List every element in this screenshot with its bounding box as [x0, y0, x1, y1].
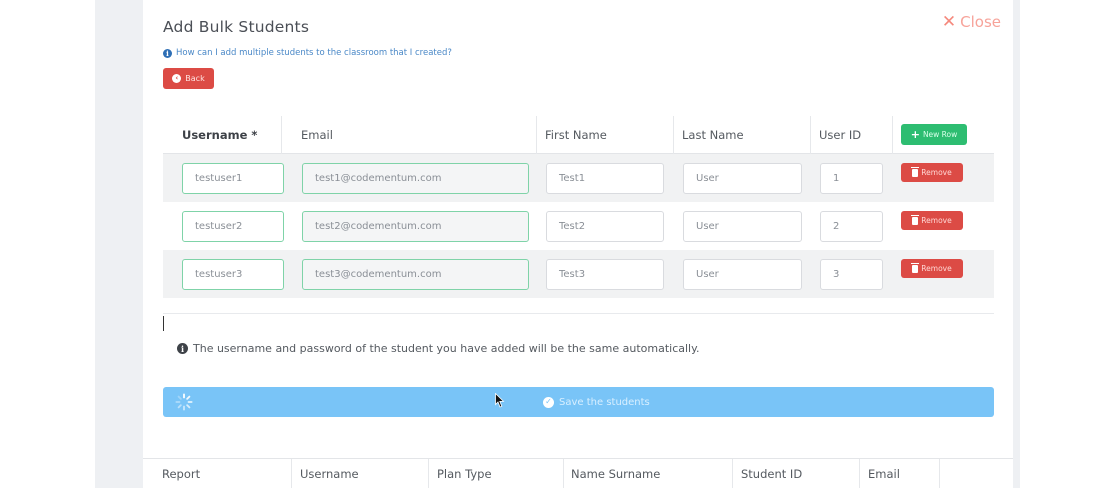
- trash-icon: [911, 262, 920, 273]
- new-row-label: New Row: [922, 130, 958, 139]
- column-separator: [563, 459, 564, 488]
- close-icon: ✕: [941, 12, 957, 32]
- text-cursor: [163, 316, 164, 331]
- new-row-button[interactable]: + New Row: [901, 124, 967, 145]
- user-id-input[interactable]: 3: [820, 259, 883, 290]
- close-button[interactable]: ✕ Close: [942, 12, 1001, 32]
- email-input[interactable]: test2@codementum.com: [302, 211, 529, 242]
- info-note-text: The username and password of the student…: [193, 342, 700, 355]
- save-students-button[interactable]: ✓ Save the students: [163, 387, 994, 417]
- username-input[interactable]: testuser1: [182, 163, 284, 194]
- plus-icon: +: [910, 128, 920, 141]
- header-separator: [810, 116, 811, 154]
- user-id-input[interactable]: 2: [820, 211, 883, 242]
- save-label-group: ✓ Save the students: [543, 387, 650, 417]
- header-separator: [281, 116, 282, 154]
- first-name-input[interactable]: Test1: [546, 163, 664, 194]
- close-label: Close: [960, 13, 1001, 31]
- username-input[interactable]: testuser2: [182, 211, 284, 242]
- trash-icon: [911, 214, 920, 225]
- column-separator: [291, 459, 292, 488]
- column-separator: [859, 459, 860, 488]
- last-name-input[interactable]: User: [683, 211, 802, 242]
- remove-label: Remove: [921, 216, 952, 225]
- last-name-input[interactable]: User: [683, 163, 802, 194]
- column-plan-type: Plan Type: [437, 467, 492, 481]
- column-separator: [939, 459, 940, 488]
- modal-title: Add Bulk Students: [163, 18, 310, 36]
- first-name-input[interactable]: Test3: [546, 259, 664, 290]
- column-name-surname: Name Surname: [571, 467, 661, 481]
- arrow-left-circle-icon: ‹: [172, 74, 182, 83]
- header-username: Username *: [182, 128, 258, 142]
- table-header: Username * Email First Name Last Name Us…: [163, 116, 994, 154]
- username-input[interactable]: testuser3: [182, 259, 284, 290]
- table-row: testuser1 test1@codementum.com Test1 Use…: [163, 154, 994, 202]
- email-input[interactable]: test3@codementum.com: [302, 259, 529, 290]
- header-separator: [892, 116, 893, 154]
- column-student-id: Student ID: [741, 467, 803, 481]
- remove-label: Remove: [921, 264, 952, 273]
- column-report: Report: [162, 467, 201, 481]
- table-row: testuser2 test2@codementum.com Test2 Use…: [163, 202, 994, 250]
- back-button[interactable]: ‹ Back: [163, 68, 214, 89]
- remove-label: Remove: [921, 168, 952, 177]
- students-table: Username * Email First Name Last Name Us…: [163, 116, 994, 298]
- info-note: i The username and password of the stude…: [177, 342, 700, 355]
- remove-button[interactable]: Remove: [901, 259, 963, 278]
- backdrop-left: [0, 0, 95, 488]
- backdrop-right: [1020, 0, 1115, 488]
- header-user-id: User ID: [819, 128, 862, 142]
- header-email: Email: [301, 128, 333, 142]
- table-row: testuser3 test3@codementum.com Test3 Use…: [163, 250, 994, 298]
- email-input[interactable]: test1@codementum.com: [302, 163, 529, 194]
- students-list-header: Report Username Plan Type Name Surname S…: [143, 458, 1013, 488]
- user-id-input[interactable]: 1: [820, 163, 883, 194]
- first-name-input[interactable]: Test2: [546, 211, 664, 242]
- back-label: Back: [185, 74, 205, 83]
- help-link[interactable]: i How can I add multiple students to the…: [163, 48, 452, 58]
- column-username: Username: [300, 467, 359, 481]
- mouse-pointer-icon: [495, 393, 505, 408]
- header-first-name: First Name: [545, 128, 607, 142]
- remove-button[interactable]: Remove: [901, 211, 963, 230]
- loading-spinner-icon: [175, 393, 193, 411]
- help-link-text: How can I add multiple students to the c…: [176, 48, 452, 58]
- check-circle-icon: ✓: [543, 396, 554, 408]
- divider: [163, 313, 994, 314]
- column-email: Email: [868, 467, 900, 481]
- header-last-name: Last Name: [682, 128, 744, 142]
- info-icon: i: [177, 343, 188, 354]
- header-separator: [536, 116, 537, 154]
- last-name-input[interactable]: User: [683, 259, 802, 290]
- header-separator: [673, 116, 674, 154]
- column-separator: [428, 459, 429, 488]
- info-icon: i: [163, 48, 172, 58]
- add-bulk-students-modal: Add Bulk Students ✕ Close i How can I ad…: [143, 0, 1013, 458]
- remove-button[interactable]: Remove: [901, 163, 963, 182]
- column-separator: [732, 459, 733, 488]
- trash-icon: [911, 166, 920, 177]
- save-label: Save the students: [559, 396, 650, 408]
